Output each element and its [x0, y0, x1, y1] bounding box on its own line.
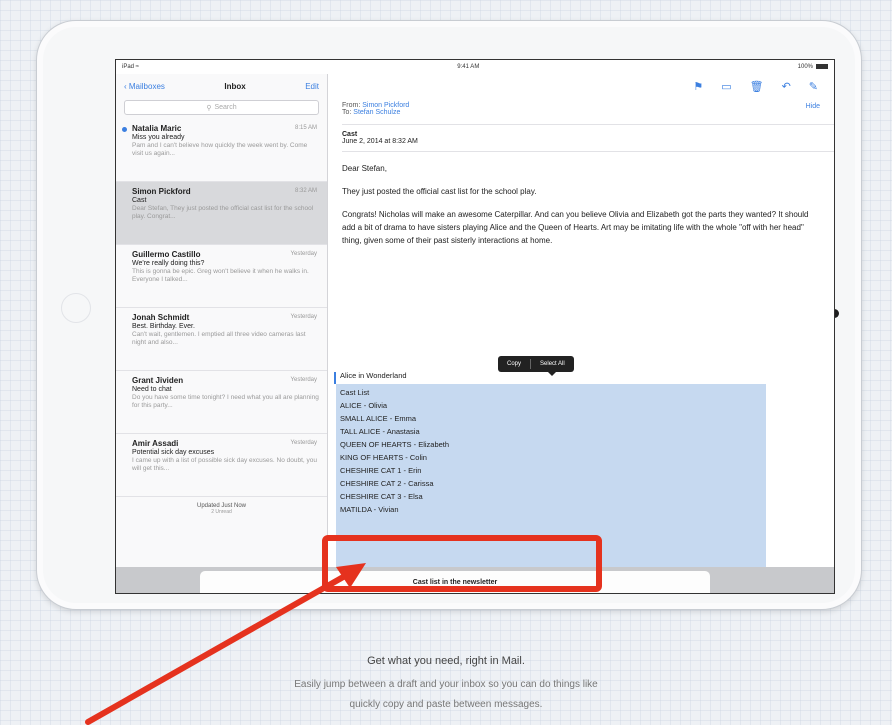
copy-menu-item[interactable]: Copy	[498, 361, 530, 367]
select-all-menu-item[interactable]: Select All	[531, 361, 574, 367]
message-subject: We're really doing this?	[132, 260, 205, 267]
caption-headline: Get what you need, right in Mail.	[367, 655, 525, 667]
from-label: From:	[342, 102, 361, 109]
status-time: 9:41 AM	[457, 64, 480, 70]
subject-block: Cast June 2, 2014 at 8:32 AM	[328, 129, 834, 147]
message-date: Yesterday	[290, 251, 317, 257]
home-button-ring	[61, 293, 91, 323]
message-subject: Miss you already	[132, 134, 185, 141]
message-preview: Pam and I can't believe how quickly the …	[132, 142, 308, 157]
sender-name[interactable]: Simon Pickford	[362, 102, 409, 109]
subject-divider	[342, 151, 834, 152]
status-carrier: iPad ≈	[122, 64, 139, 70]
hide-button[interactable]: Hide	[806, 103, 820, 110]
flag-icon[interactable]: ⚑	[693, 80, 703, 93]
cast-title: Cast List	[340, 388, 370, 397]
message-date: Yesterday	[290, 314, 317, 320]
cast-line: SMALL ALICE - Emma	[340, 414, 416, 423]
paragraph: Congrats! Nicholas will make an awesome …	[342, 210, 809, 245]
message-subject: Potential sick day excuses	[132, 449, 215, 456]
cast-line: TALL ALICE - Anastasia	[340, 427, 420, 436]
cast-line: KING OF HEARTS - Colin	[340, 453, 427, 462]
trash-icon[interactable]: 🗑	[750, 80, 764, 93]
message-from: Natalia Maric	[132, 124, 182, 133]
message-item[interactable]: Grant Jividen Yesterday Need to chat Do …	[116, 371, 327, 434]
message-header: From: Simon Pickford To: Stefan Schulze …	[328, 98, 834, 120]
search-placeholder: Search	[214, 104, 237, 111]
message-date: 8:32 AM	[294, 188, 317, 194]
message-item[interactable]: Jonah Schmidt Yesterday Best. Birthday. …	[116, 308, 327, 371]
message-item[interactable]: Simon Pickford 8:32 AM Cast Dear Stefan,…	[116, 182, 327, 245]
unread-count: 2 Unread	[211, 509, 232, 515]
cast-line: CHESHIRE CAT 2 - Carissa	[340, 479, 434, 488]
message-preview: I came up with a list of possible sick d…	[132, 457, 317, 472]
ipad-frame: iPad ≈ 9:41 AM 100% ‹ Mailboxes Inbox Ed…	[36, 20, 862, 610]
message-subject: Best. Birthday. Ever.	[132, 323, 195, 330]
message-subject: Cast	[132, 197, 147, 204]
caption-line-2: quickly copy and paste between messages.	[349, 699, 543, 710]
message-date: 8:15 AM	[294, 125, 317, 131]
message-item[interactable]: Natalia Maric 8:15 AM Miss you already P…	[116, 119, 327, 182]
status-bar: iPad ≈ 9:41 AM 100%	[116, 60, 834, 74]
cast-line: CHESHIRE CAT 1 - Erin	[340, 466, 422, 475]
message-body[interactable]: Dear Stefan, They just posted the offici…	[328, 156, 834, 247]
annotation-highlight-box	[322, 535, 602, 592]
message-date: Yesterday	[290, 377, 317, 383]
message-pane: ⚑ ▭ 🗑 ↶ ✎ From: Simon Pickford To: Stefa…	[328, 74, 834, 593]
folder-icon[interactable]: ▭	[721, 80, 731, 93]
message-subject: Need to chat	[132, 386, 172, 393]
header-divider	[342, 124, 834, 125]
message-subject-title: Cast	[342, 131, 358, 138]
message-preview: Do you have some time tonight? I need wh…	[132, 394, 319, 409]
compose-icon[interactable]: ✎	[809, 80, 818, 93]
search-icon: ⚲	[206, 104, 212, 112]
message-item[interactable]: Guillermo Castillo Yesterday We're reall…	[116, 245, 327, 308]
message-item[interactable]: Amir Assadi Yesterday Potential sick day…	[116, 434, 327, 497]
cast-line: CHESHIRE CAT 3 - Elsa	[340, 492, 423, 501]
paragraph: They just posted the official cast list …	[342, 187, 537, 196]
message-date: Yesterday	[290, 440, 317, 446]
battery-icon	[816, 63, 828, 69]
message-date-line: June 2, 2014 at 8:32 AM	[342, 138, 418, 145]
recipient-name[interactable]: Stefan Schulze	[353, 109, 400, 116]
reply-icon[interactable]: ↶	[782, 80, 791, 93]
mail-sidebar: ‹ Mailboxes Inbox Edit ⚲ Search Natalia …	[116, 74, 328, 593]
message-from: Simon Pickford	[132, 187, 191, 196]
message-preview: This is gonna be epic. Greg won't believ…	[132, 268, 309, 283]
unread-dot-icon	[122, 127, 127, 132]
message-preview: Can't wait, gentlemen. I emptied all thr…	[132, 331, 306, 346]
ipad-screen: iPad ≈ 9:41 AM 100% ‹ Mailboxes Inbox Ed…	[115, 59, 835, 594]
play-heading: Alice in Wonderland	[340, 371, 407, 380]
search-field[interactable]: ⚲ Search	[124, 100, 319, 115]
cast-line: ALICE - Olivia	[340, 401, 388, 410]
caption-line-1: Easily jump between a draft and your inb…	[294, 679, 598, 690]
greeting: Dear Stefan,	[342, 164, 387, 173]
cast-line: MATILDA - Vivian	[340, 505, 399, 514]
message-preview: Dear Stefan, They just posted the offici…	[132, 205, 314, 220]
to-label: To:	[342, 109, 352, 116]
mailboxes-back-button[interactable]: ‹ Mailboxes	[124, 82, 165, 91]
status-battery: 100%	[798, 63, 828, 70]
message-toolbar: ⚑ ▭ 🗑 ↶ ✎	[328, 74, 834, 98]
edit-button[interactable]: Edit	[305, 82, 319, 91]
cast-line: QUEEN OF HEARTS - Elizabeth	[340, 440, 450, 449]
edit-menu-popup: Copy Select All	[498, 356, 574, 376]
sidebar-nav: ‹ Mailboxes Inbox Edit	[116, 74, 327, 98]
inbox-title: Inbox	[224, 81, 246, 91]
